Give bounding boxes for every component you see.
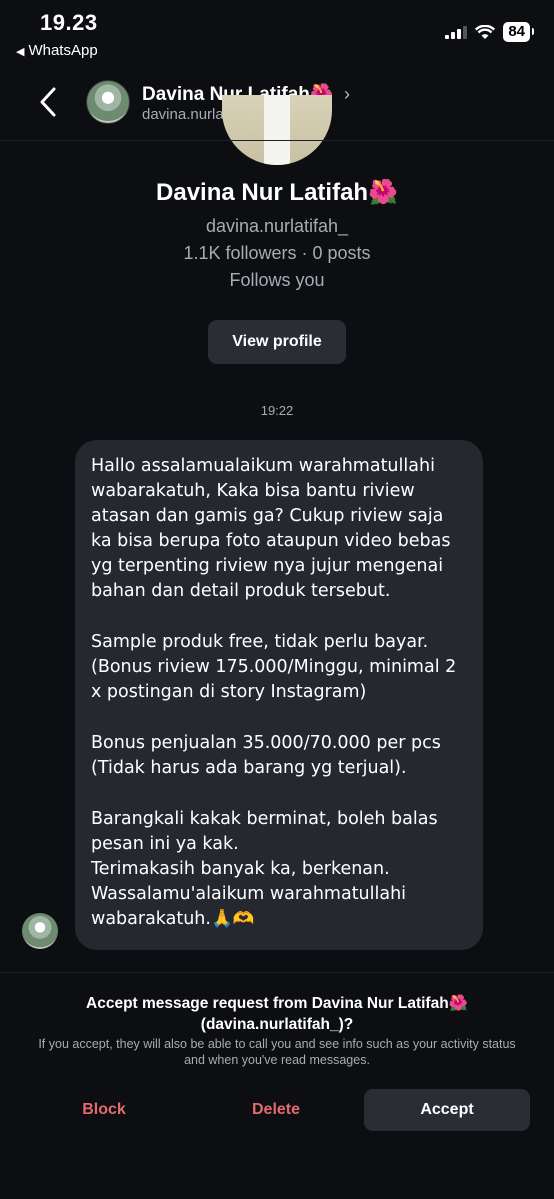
battery-icon: 84 xyxy=(503,22,534,42)
message-paragraph: Hallo assalamualaikum warahmatullahi wab… xyxy=(91,456,451,601)
block-button[interactable]: Block xyxy=(34,1089,174,1131)
signal-icon xyxy=(445,26,468,39)
profile-stats: 1.1K followers · 0 posts xyxy=(183,243,371,263)
wifi-icon xyxy=(475,24,496,39)
back-triangle-icon: ◀ xyxy=(16,46,25,58)
message-timestamp: 19:22 xyxy=(260,403,294,418)
footer-divider xyxy=(0,972,554,973)
header-avatar[interactable] xyxy=(86,80,130,124)
back-arrow-icon[interactable] xyxy=(34,84,64,120)
request-title: Accept message request from Davina Nur L… xyxy=(86,995,468,1033)
sender-avatar[interactable] xyxy=(22,913,58,949)
profile-avatar xyxy=(222,95,332,165)
screen: 19.23 ◀WhatsApp 84 Davina Nur Latifah🌺 ›… xyxy=(0,0,554,1199)
accept-button[interactable]: Accept xyxy=(364,1089,530,1131)
request-note: If you accept, they will also be able to… xyxy=(38,1037,516,1067)
status-time: 19.23 xyxy=(40,10,98,35)
header-divider xyxy=(0,140,554,141)
view-profile-button[interactable]: View profile xyxy=(208,320,346,364)
chevron-right-icon[interactable]: › xyxy=(344,84,350,105)
message-paragraph: Sample produk free, tidak perlu bayar. (… xyxy=(91,632,457,702)
delete-button[interactable]: Delete xyxy=(206,1089,346,1131)
follows-you-label: Follows you xyxy=(229,270,325,290)
message-paragraph: Bonus penjualan 35.000/70.000 per pcs (T… xyxy=(91,733,441,778)
profile-name: Davina Nur Latifah🌺 xyxy=(156,179,398,206)
status-icons: 84 xyxy=(445,22,534,42)
message-bubble[interactable]: Hallo assalamualaikum warahmatullahi wab… xyxy=(75,440,483,950)
back-to-app-link[interactable]: ◀ WhatsApp xyxy=(16,42,98,59)
message-paragraph: Barangkali kakak berminat, boleh balas p… xyxy=(91,809,438,929)
profile-username: davina.nurlatifah_ xyxy=(205,216,349,236)
back-app-label: WhatsApp xyxy=(28,42,98,59)
